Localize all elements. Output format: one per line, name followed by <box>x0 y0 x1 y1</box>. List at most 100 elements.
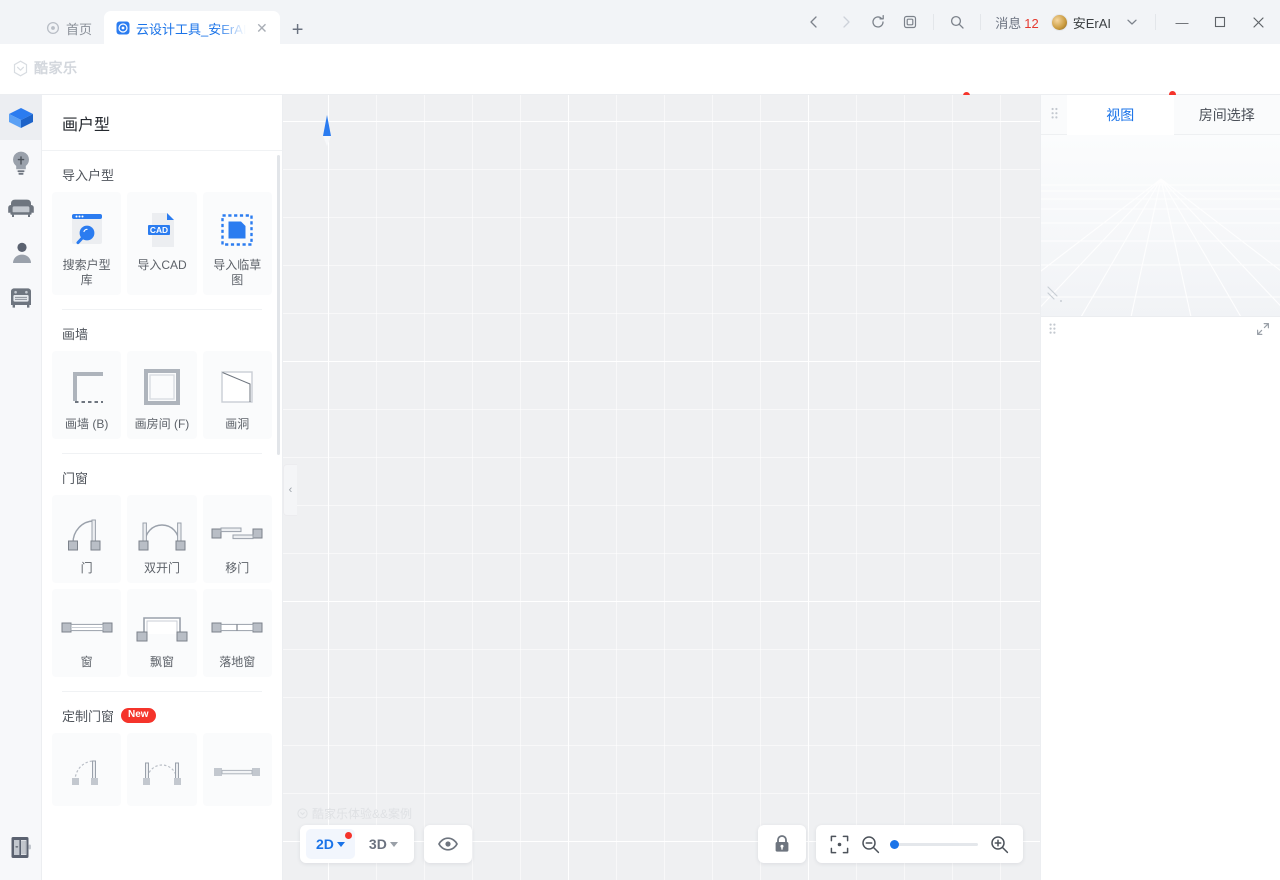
messages-label: 消息 <box>995 15 1022 31</box>
panel-item-label: 搜索户型库 <box>62 258 111 287</box>
panel-item-label: 移门 <box>225 561 250 575</box>
design-canvas[interactable]: 酷家乐体验&&案例 2D 3D <box>283 95 1040 880</box>
zoom-in-icon[interactable] <box>990 835 1009 854</box>
panel-item-window[interactable]: 窗 <box>52 589 122 677</box>
mode-3d-button[interactable]: 3D <box>359 829 408 859</box>
expand-icon[interactable] <box>1256 322 1270 336</box>
fit-screen-icon[interactable] <box>830 835 849 854</box>
panel-item-custom-sliding-door[interactable] <box>202 733 272 806</box>
zoom-slider-knob[interactable] <box>890 839 899 849</box>
messages-indicator[interactable]: 消息 12 <box>989 13 1044 32</box>
bay-window-icon <box>133 599 191 655</box>
brand-mark-icon <box>12 60 29 77</box>
sliding-door-icon <box>208 505 266 561</box>
perspective-grid <box>1041 135 1280 316</box>
tab-home[interactable]: 首页 <box>34 11 104 45</box>
zoom-slider[interactable] <box>890 839 978 849</box>
panel-item-french-window[interactable]: 落地窗 <box>202 589 272 677</box>
svg-text:CAD: CAD <box>150 225 168 235</box>
copy-icon[interactable] <box>895 7 925 37</box>
panel-item-import-sketch[interactable]: 导入临草图 <box>202 192 272 295</box>
sidebar-item-floorplan-tool[interactable] <box>0 95 42 140</box>
panel-item-draw-wall[interactable]: 画墙 (B) <box>52 351 122 439</box>
group-title-wall: 画墙 <box>42 310 282 351</box>
lock-button[interactable] <box>758 825 806 863</box>
tab-cloud-design[interactable]: 云设计工具_安ErAI ✕ <box>104 11 280 45</box>
3d-preview-viewport[interactable] <box>1041 135 1280 317</box>
sidebar-item-people-tool[interactable] <box>0 230 42 275</box>
left-tool-rail <box>0 95 42 880</box>
tab-strip: 首页 云设计工具_安ErAI ✕ + <box>0 0 316 45</box>
draw-room-icon <box>137 361 187 417</box>
lock-icon <box>773 834 791 854</box>
group-grid-windows: 窗 飘窗 落地窗 <box>42 589 282 677</box>
user-menu[interactable]: 安ErAI <box>1047 13 1115 32</box>
french-window-icon <box>208 599 266 655</box>
close-window-button[interactable] <box>1240 7 1276 37</box>
panel-collapse-button[interactable]: ‹ <box>283 464 297 516</box>
zoom-out-icon[interactable] <box>861 835 880 854</box>
titlebar-actions: 消息 12 安ErAI — <box>799 0 1280 44</box>
browser-titlebar: 首页 云设计工具_安ErAI ✕ + 消息 12 安ErAI — <box>0 0 1280 45</box>
panel-item-label: 画洞 <box>225 417 250 431</box>
mode-2d-label: 2D <box>316 836 334 852</box>
group-title-custom: 定制门窗 New <box>42 692 282 733</box>
axis-gizmo-icon[interactable] <box>1045 284 1067 306</box>
chevron-down-icon[interactable] <box>1117 7 1147 37</box>
panel-item-label: 导入临草图 <box>213 258 262 287</box>
panel-item-import-cad[interactable]: CAD 导入CAD <box>127 192 197 295</box>
forward-button[interactable] <box>831 7 861 37</box>
sidebar-item-customize-tool[interactable] <box>0 825 42 870</box>
drag-grip-icon[interactable] <box>1049 323 1056 336</box>
panel-scrollbar[interactable] <box>277 155 280 455</box>
group-grid-wall: 画墙 (B) 画房间 (F) 画洞 <box>42 351 282 439</box>
minimize-button[interactable]: — <box>1164 7 1200 37</box>
group-label: 画墙 <box>62 327 89 342</box>
tab-view[interactable]: 视图 <box>1067 94 1174 135</box>
custom-door-icon <box>61 743 113 799</box>
panel-item-custom-door[interactable] <box>52 733 122 806</box>
mode-2d-button[interactable]: 2D <box>306 829 355 859</box>
north-arrow-icon <box>320 114 334 148</box>
sidebar-item-lighting-tool[interactable] <box>0 140 42 185</box>
rail-bottom-group <box>0 825 42 870</box>
group-label: 定制门窗 <box>62 709 115 724</box>
sidebar-item-furniture-tool[interactable] <box>0 185 42 230</box>
divider <box>933 14 935 30</box>
app-logo-icon <box>116 21 130 35</box>
visibility-toggle-button[interactable] <box>423 825 472 863</box>
home-dot-icon <box>46 21 60 35</box>
draw-hole-icon <box>212 361 262 417</box>
divider <box>1155 14 1156 30</box>
sofa-icon <box>7 197 35 219</box>
new-tab-button[interactable]: + <box>280 20 316 44</box>
panel-item-label: 门 <box>80 561 93 575</box>
maximize-button[interactable] <box>1202 7 1238 37</box>
door-icon <box>61 505 113 561</box>
refresh-icon[interactable] <box>863 7 893 37</box>
chevron-down-icon <box>336 841 345 847</box>
panel-item-door[interactable]: 门 <box>52 495 122 583</box>
tab-label: 云设计工具_安ErAI <box>136 21 247 37</box>
panel-item-label: 落地窗 <box>219 655 256 669</box>
search-icon[interactable] <box>942 7 972 37</box>
double-door-icon <box>133 505 191 561</box>
canvas-view-controls: 2D 3D <box>300 825 472 863</box>
search-plan-icon <box>64 202 110 258</box>
panel-item-draw-hole[interactable]: 画洞 <box>202 351 272 439</box>
tab-room-select[interactable]: 房间选择 <box>1174 95 1280 135</box>
panel-item-double-door[interactable]: 双开门 <box>127 495 197 583</box>
panel-item-draw-room[interactable]: 画房间 (F) <box>127 351 197 439</box>
panel-item-search-plan[interactable]: 搜索户型库 <box>52 192 122 295</box>
close-icon[interactable]: ✕ <box>256 21 268 35</box>
sidebar-item-appliance-tool[interactable] <box>0 275 42 320</box>
panel-item-bay-window[interactable]: 飘窗 <box>127 589 197 677</box>
group-grid-import: 搜索户型库 CAD 导入CAD 导入临草图 <box>42 192 282 295</box>
drag-grip-icon[interactable] <box>1041 107 1067 122</box>
panel-item-custom-double-door[interactable] <box>127 733 197 806</box>
panel-content: 导入户型 搜索户型库 CAD 导入CAD 导入临草图 画墙 画墙 (B) 画房间… <box>42 151 282 880</box>
back-button[interactable] <box>799 7 829 37</box>
cabinet-icon <box>8 286 34 310</box>
panel-item-label: 飘窗 <box>149 655 174 669</box>
panel-item-sliding-door[interactable]: 移门 <box>202 495 272 583</box>
